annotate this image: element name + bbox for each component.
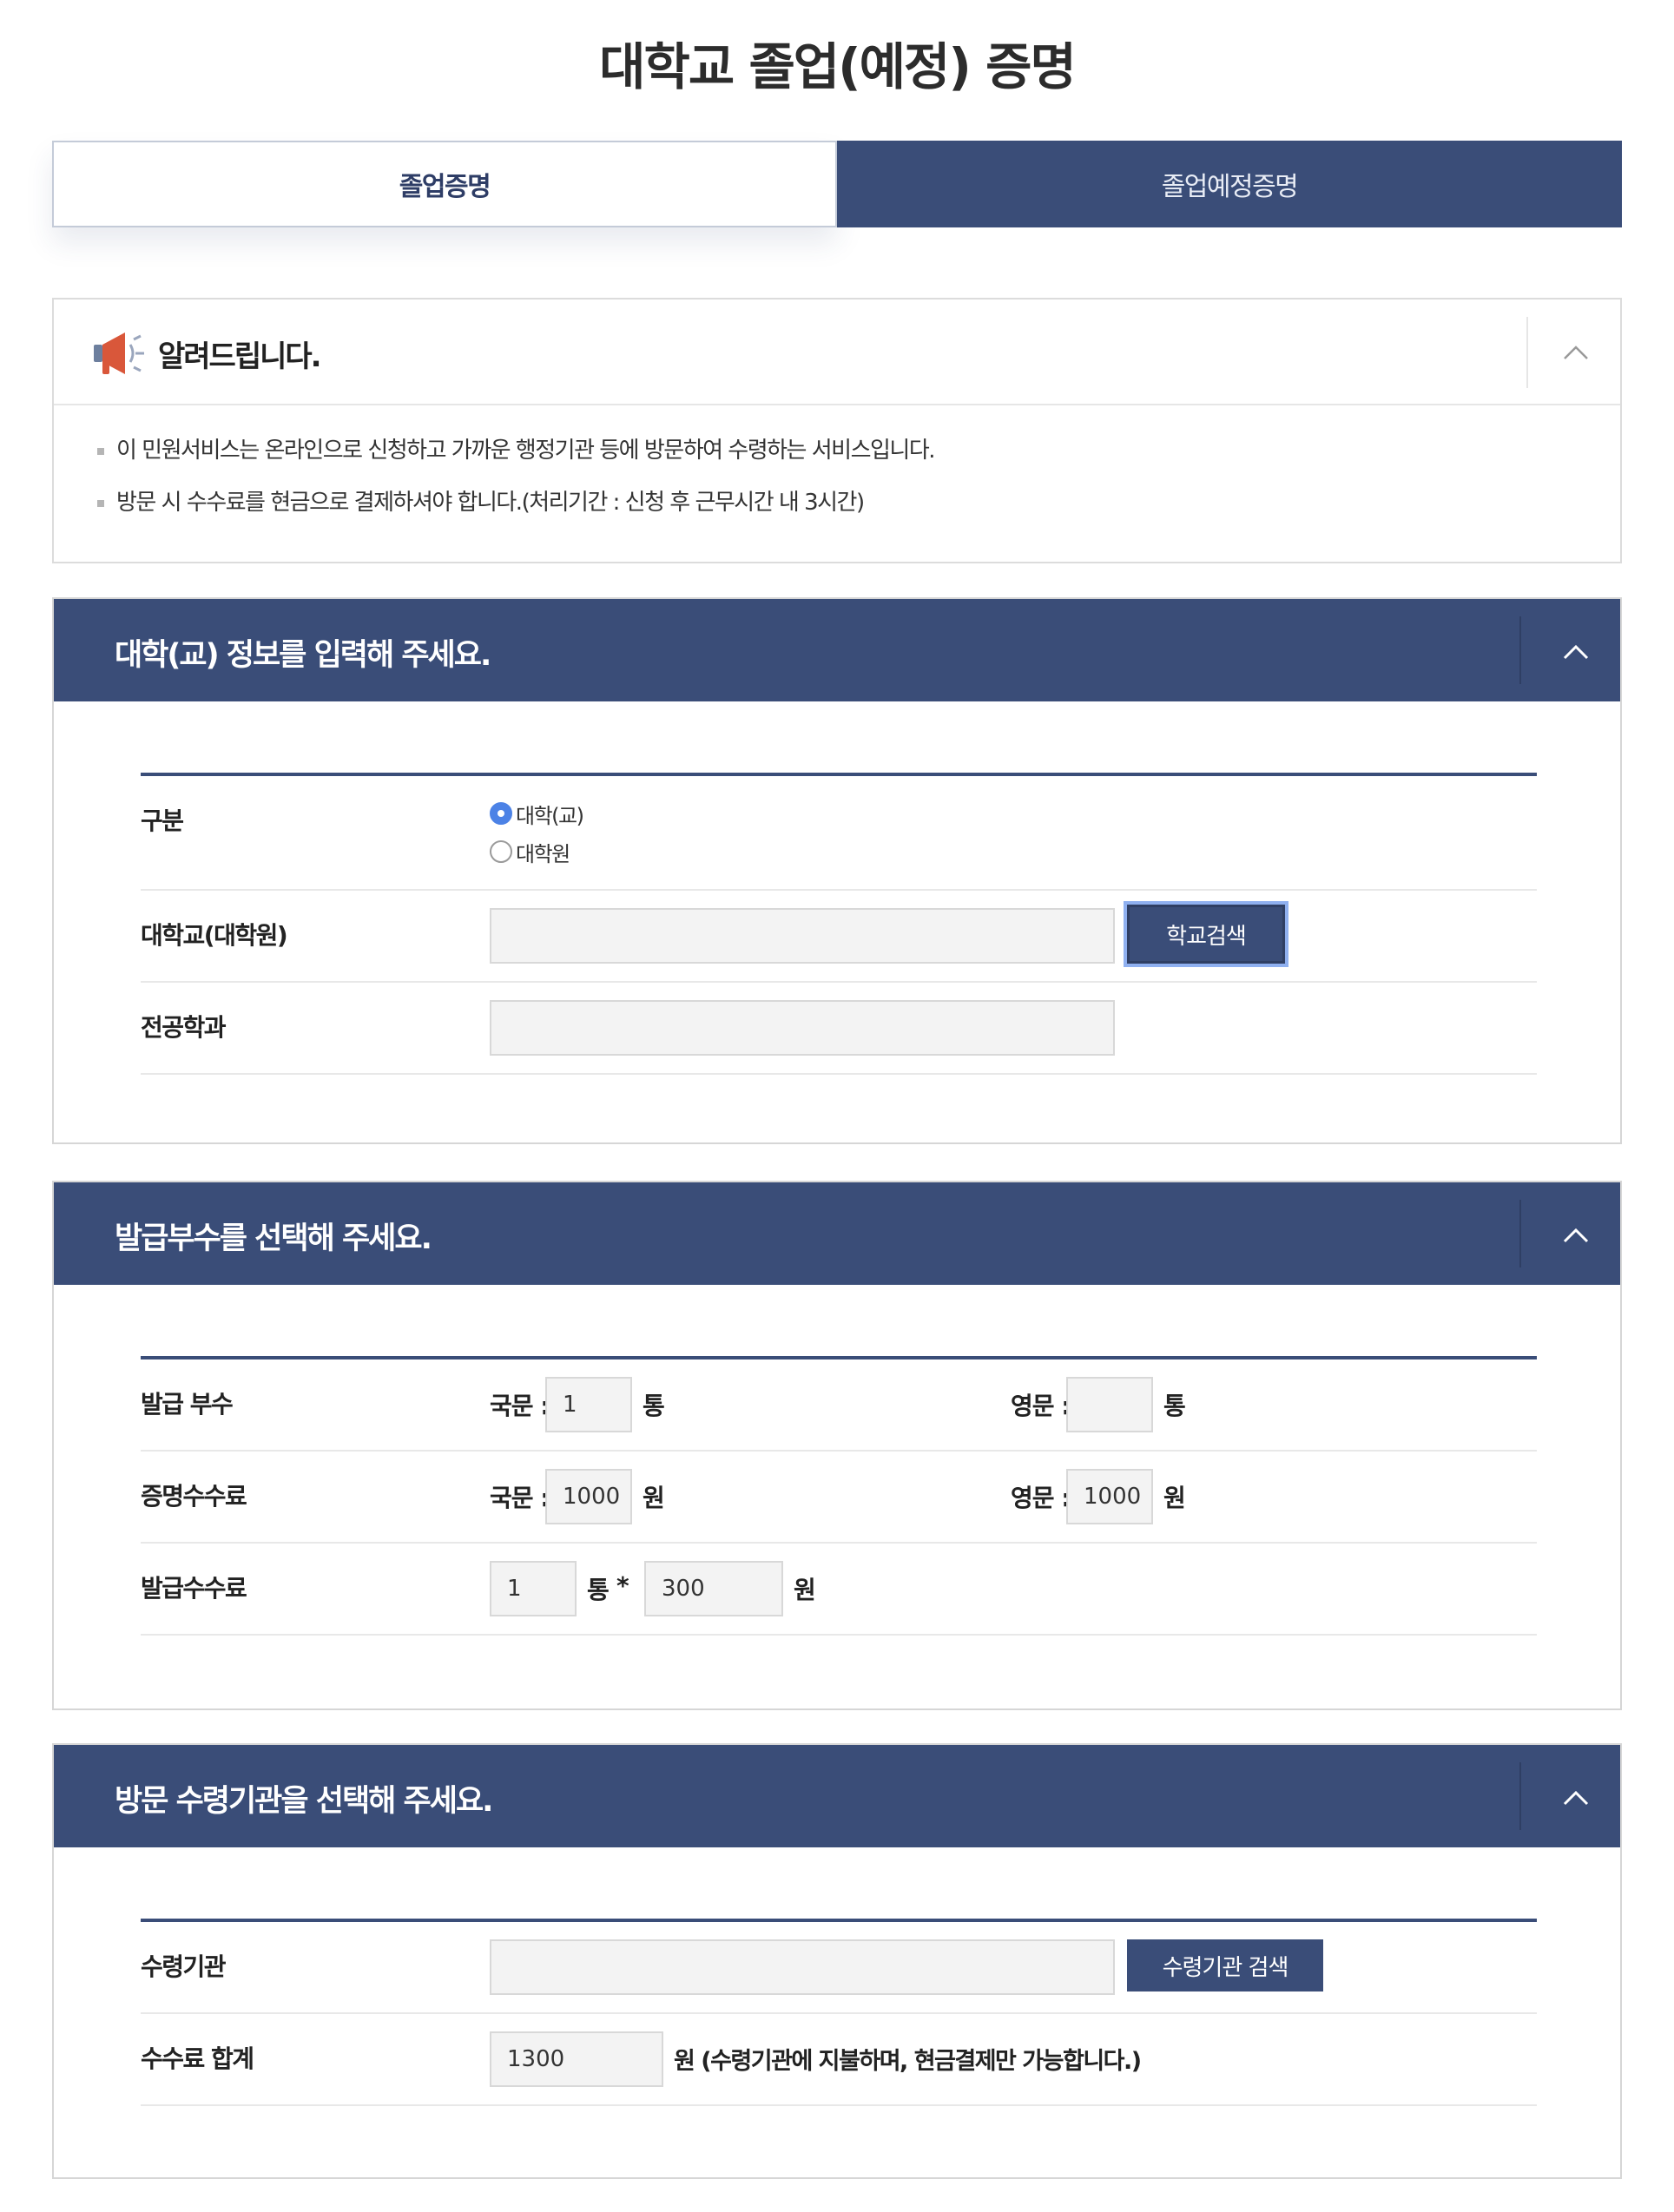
agency-label: 수령기관 <box>141 1952 227 1981</box>
cert-fee-kor-input: 1000 <box>545 1469 632 1524</box>
radio-university-label: 대학(교) <box>516 804 584 828</box>
copies-eng-label: 영문 : <box>1011 1392 1071 1420</box>
cert-fee-kor-label: 국문 : <box>490 1484 550 1512</box>
section-header: 대학(교) 정보를 입력해 주세요. <box>54 599 1620 701</box>
copies-kor-unit: 통 <box>643 1392 665 1420</box>
megaphone-icon <box>94 332 144 374</box>
bullet-icon <box>97 448 104 455</box>
cert-fee-kor-unit: 원 <box>643 1484 665 1512</box>
university-row: 대학교(대학원) 학교검색 <box>141 891 1537 983</box>
total-fee-note: 원 (수령기관에 지불하며, 현금결제만 가능합니다.) <box>674 2048 1142 2075</box>
section-header: 방문 수령기관을 선택해 주세요. <box>54 1745 1620 1847</box>
notice-line: 이 민원서비스는 온라인으로 신청하고 가까운 행정기관 등에 방문하여 수령하… <box>54 431 1620 484</box>
cert-fee-eng-label: 영문 : <box>1011 1484 1071 1512</box>
pickup-form-table: 수령기관 수령기관 검색 수수료 합계 1300 원 (수령기관에 지불하며, … <box>141 1919 1537 2106</box>
copies-eng-unit: 통 <box>1163 1392 1186 1420</box>
tab-graduation-certificate[interactable]: 졸업증명 <box>52 141 837 227</box>
notice-body: 이 민원서비스는 온라인으로 신청하고 가까운 행정기관 등에 방문하여 수령하… <box>54 405 1620 536</box>
notice-line-text: 이 민원서비스는 온라인으로 신청하고 가까운 행정기관 등에 방문하여 수령하… <box>116 438 936 464</box>
chevron-up-icon <box>1563 644 1589 660</box>
pickup-section: 방문 수령기관을 선택해 주세요. 수령기관 수령기관 검색 수수료 합계 13… <box>52 1743 1622 2179</box>
multiply-sign: * <box>616 1571 629 1600</box>
agency-row: 수령기관 수령기관 검색 <box>141 1922 1537 2014</box>
notice-title: 알려드립니다. <box>158 339 322 374</box>
category-label: 구분 <box>141 806 184 835</box>
total-fee-row: 수수료 합계 1300 원 (수령기관에 지불하며, 현금결제만 가능합니다.) <box>141 2014 1537 2106</box>
certificate-tabs: 졸업증명 졸업예정증명 <box>52 141 1622 227</box>
copies-eng-input[interactable] <box>1066 1377 1153 1432</box>
section-collapse-button[interactable] <box>1554 1776 1598 1820</box>
copies-kor-input[interactable]: 1 <box>545 1377 632 1432</box>
school-search-button[interactable]: 학교검색 <box>1124 901 1288 967</box>
radio-university[interactable] <box>490 802 512 825</box>
chevron-up-icon <box>1564 346 1588 359</box>
issue-fee-count-input: 1 <box>490 1561 577 1616</box>
major-label: 전공학과 <box>141 1013 227 1042</box>
section-collapse-button[interactable] <box>1554 1214 1598 1257</box>
issue-fee-label: 발급수수료 <box>141 1574 247 1603</box>
school-form-table: 구분 대학(교) 대학원 대학교(대학원) 학교검색 전공학과 <box>141 773 1537 1075</box>
issue-fee-row: 발급수수료 1 통 * 300 원 <box>141 1544 1537 1636</box>
bullet-icon <box>97 500 104 507</box>
notice-box: 알려드립니다. 이 민원서비스는 온라인으로 신청하고 가까운 행정기관 등에 … <box>52 298 1622 563</box>
school-info-section: 대학(교) 정보를 입력해 주세요. 구분 대학(교) 대학원 대학교(대학원)… <box>52 597 1622 1144</box>
section-title: 방문 수령기관을 선택해 주세요. <box>115 1784 493 1819</box>
copies-row: 발급 부수 국문 : 1 통 영문 : 통 <box>141 1359 1537 1452</box>
radio-graduate-school-label: 대학원 <box>516 842 570 866</box>
cert-fee-row: 증명수수료 국문 : 1000 원 영문 : 1000 원 <box>141 1452 1537 1544</box>
chevron-up-icon <box>1563 1790 1589 1806</box>
category-row: 구분 대학(교) 대학원 <box>141 776 1537 891</box>
radio-graduate-school[interactable] <box>490 840 512 863</box>
cert-fee-eng-input: 1000 <box>1066 1469 1153 1524</box>
notice-collapse-button[interactable] <box>1554 331 1598 374</box>
notice-line: 방문 시 수수료를 현금으로 결제하셔야 합니다.(처리기간 : 신청 후 근무… <box>54 484 1620 536</box>
tab-expected-graduation-certificate[interactable]: 졸업예정증명 <box>837 141 1622 227</box>
major-row: 전공학과 <box>141 983 1537 1075</box>
university-input[interactable] <box>490 908 1115 964</box>
total-fee-label: 수수료 합계 <box>141 2044 254 2073</box>
copies-kor-label: 국문 : <box>490 1392 550 1420</box>
copies-label: 발급 부수 <box>141 1390 234 1419</box>
cert-fee-eng-unit: 원 <box>1163 1484 1186 1512</box>
section-divider <box>1519 1762 1521 1830</box>
issue-fee-price-input: 300 <box>644 1561 783 1616</box>
copies-form-table: 발급 부수 국문 : 1 통 영문 : 통 증명수수료 국문 : 1000 원 … <box>141 1356 1537 1636</box>
cert-fee-label: 증명수수료 <box>141 1482 247 1511</box>
agency-search-button[interactable]: 수령기관 검색 <box>1127 1939 1323 1991</box>
section-divider <box>1519 1200 1521 1267</box>
total-fee-input: 1300 <box>490 2031 663 2087</box>
major-input[interactable] <box>490 1000 1115 1056</box>
page-title: 대학교 졸업(예정) 증명 <box>599 37 1077 96</box>
section-header: 발급부수를 선택해 주세요. <box>54 1182 1620 1285</box>
issue-fee-price-unit: 원 <box>794 1576 816 1604</box>
chevron-up-icon <box>1563 1228 1589 1243</box>
section-title: 대학(교) 정보를 입력해 주세요. <box>115 638 491 673</box>
notice-header: 알려드립니다. <box>54 300 1620 405</box>
agency-input[interactable] <box>490 1939 1115 1995</box>
section-divider <box>1519 616 1521 684</box>
notice-line-text: 방문 시 수수료를 현금으로 결제하셔야 합니다.(처리기간 : 신청 후 근무… <box>116 490 865 516</box>
section-title: 발급부수를 선택해 주세요. <box>115 1221 432 1256</box>
notice-divider <box>1526 317 1528 388</box>
copies-section: 발급부수를 선택해 주세요. 발급 부수 국문 : 1 통 영문 : 통 증명수… <box>52 1181 1622 1710</box>
section-collapse-button[interactable] <box>1554 630 1598 674</box>
university-label: 대학교(대학원) <box>141 921 288 950</box>
issue-fee-count-unit: 통 <box>587 1576 610 1604</box>
